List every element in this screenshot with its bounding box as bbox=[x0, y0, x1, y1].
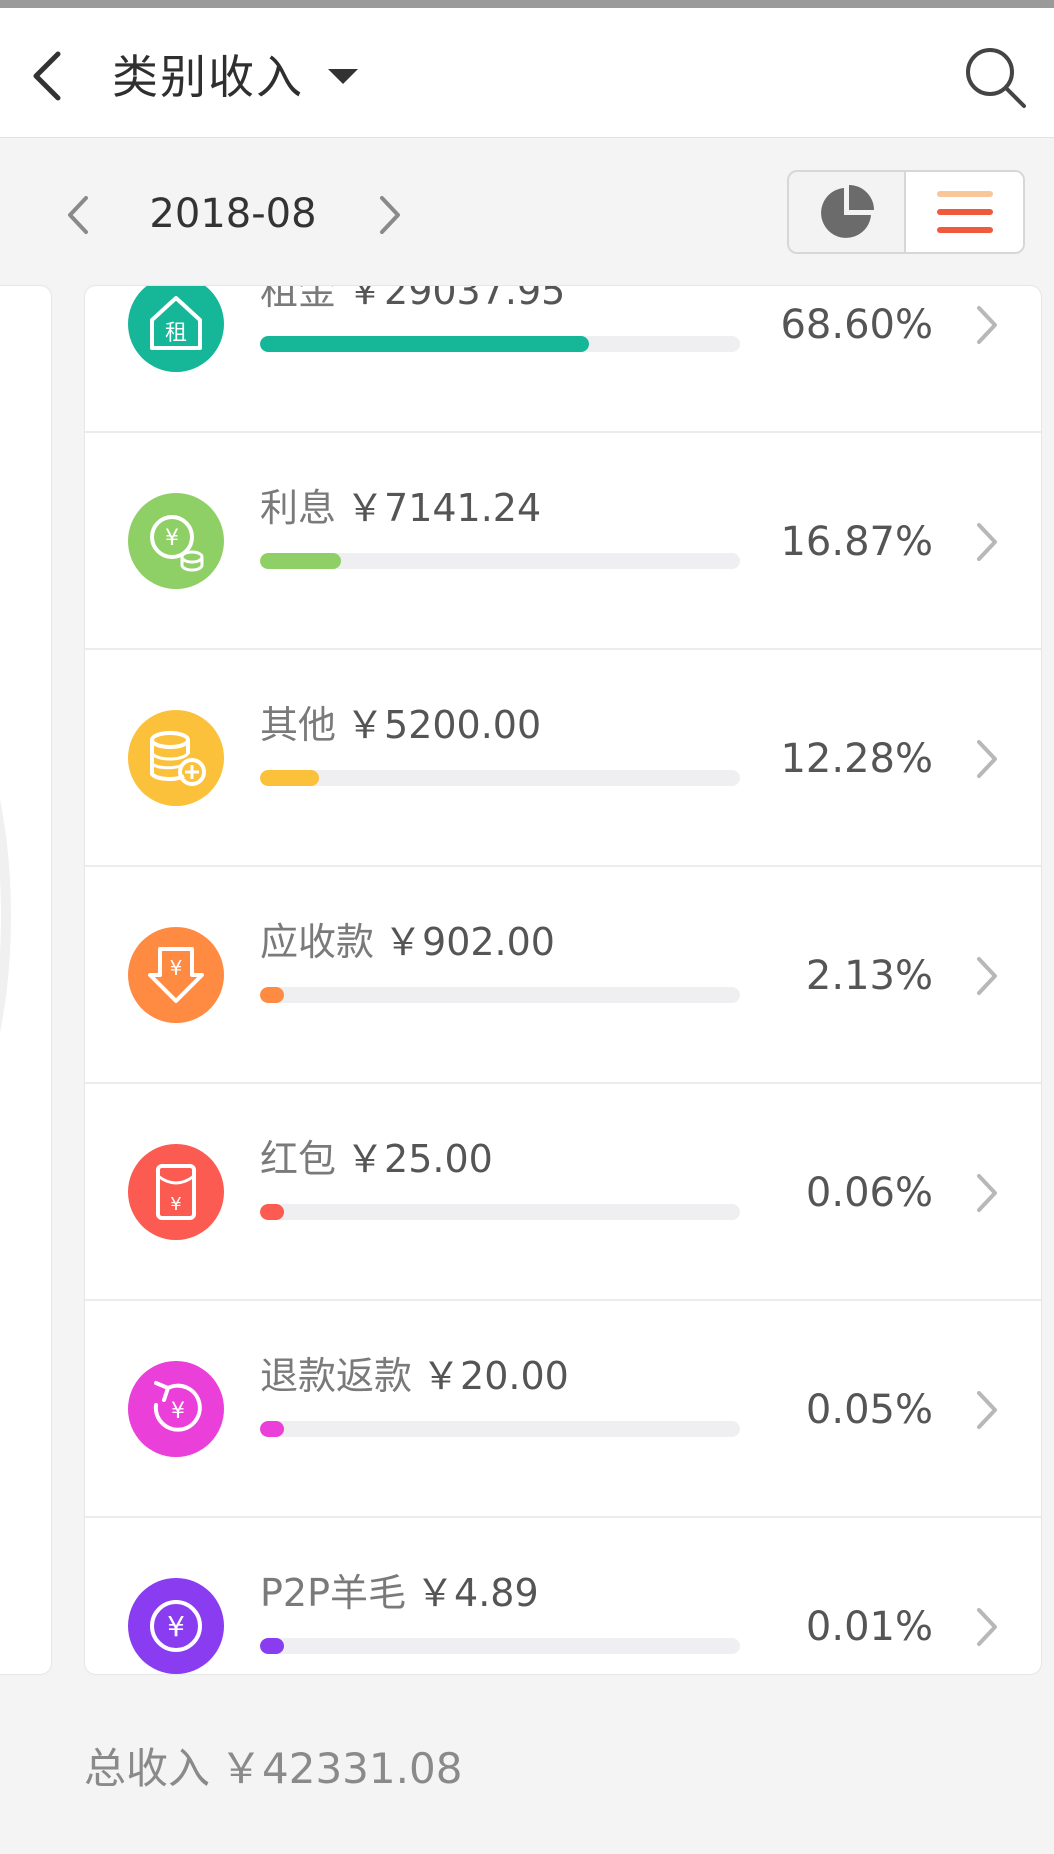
category-amount: ￥4.89 bbox=[416, 1571, 539, 1615]
chevron-right-icon bbox=[977, 1174, 997, 1212]
progress-fill bbox=[260, 1204, 284, 1220]
svg-text:¥: ¥ bbox=[171, 1399, 185, 1424]
category-name: P2P羊毛 bbox=[260, 1571, 407, 1615]
chevron-right-icon bbox=[977, 523, 997, 561]
list-view-button[interactable] bbox=[906, 172, 1023, 252]
progress-fill bbox=[260, 336, 590, 352]
view-toggle bbox=[787, 170, 1025, 254]
search-icon bbox=[966, 48, 1026, 108]
progress-track bbox=[260, 336, 740, 352]
chevron-right-icon bbox=[977, 957, 997, 995]
category-name: 退款返款 bbox=[260, 1354, 413, 1398]
progress-track bbox=[260, 987, 740, 1003]
next-month-button[interactable] bbox=[370, 190, 410, 240]
row-arrow bbox=[971, 734, 1001, 784]
progress-track bbox=[260, 770, 740, 786]
category-percent: 0.05% bbox=[805, 1387, 933, 1433]
p2p-yen-icon: ¥ bbox=[128, 1578, 224, 1674]
list-item-other[interactable]: 其他 ￥5200.00 12.28% bbox=[85, 650, 1041, 867]
category-percent: 12.28% bbox=[780, 736, 933, 782]
back-button[interactable] bbox=[20, 38, 80, 108]
refund-icon: ¥ bbox=[128, 1361, 224, 1457]
category-amount: ￥29037.95 bbox=[346, 285, 566, 313]
list-item-rent[interactable]: 租 租金 ￥29037.95 68.60% bbox=[85, 285, 1041, 433]
svg-text:¥: ¥ bbox=[170, 956, 183, 980]
pie-chart-icon bbox=[820, 185, 874, 238]
chevron-right-icon bbox=[977, 1391, 997, 1429]
progress-fill bbox=[260, 770, 319, 786]
list-item-red-envelope[interactable]: ¥ 红包 ￥25.00 0.06% bbox=[85, 1084, 1041, 1301]
list-item-p2p[interactable]: ¥ P2P羊毛 ￥4.89 0.01% bbox=[85, 1518, 1041, 1674]
list-item-interest[interactable]: ¥ 利息 ￥7141.24 16.87% bbox=[85, 433, 1041, 650]
progress-track bbox=[260, 1204, 740, 1220]
category-percent: 0.06% bbox=[805, 1170, 933, 1216]
progress-fill bbox=[260, 1638, 284, 1654]
status-strip bbox=[0, 0, 1054, 8]
svg-text:租: 租 bbox=[165, 321, 187, 346]
total-amount: ￥42331.08 bbox=[220, 1744, 463, 1793]
category-name: 红包 bbox=[260, 1137, 337, 1181]
prev-month-button[interactable] bbox=[58, 190, 98, 240]
interest-coins-icon: ¥ bbox=[128, 493, 224, 589]
progress-fill bbox=[260, 987, 284, 1003]
category-list: 租 租金 ￥29037.95 68.60% ¥ 利息 ￥7141.24 16.87%… bbox=[84, 285, 1042, 1675]
page-title: 类别收入 bbox=[112, 50, 304, 104]
row-arrow bbox=[971, 1168, 1001, 1218]
category-percent: 16.87% bbox=[780, 519, 933, 565]
row-arrow bbox=[971, 1385, 1001, 1435]
svg-text:¥: ¥ bbox=[170, 1194, 181, 1215]
svg-text:¥: ¥ bbox=[165, 526, 179, 551]
progress-fill bbox=[260, 553, 341, 569]
red-envelope-icon: ¥ bbox=[128, 1144, 224, 1240]
other-database-icon bbox=[128, 710, 224, 806]
rent-house-icon: 租 bbox=[128, 286, 224, 372]
svg-text:¥: ¥ bbox=[167, 1610, 185, 1643]
category-amount: ￥902.00 bbox=[384, 920, 555, 964]
category-amount: ￥7141.24 bbox=[346, 486, 542, 530]
chevron-right-icon bbox=[977, 306, 997, 344]
category-name: 应收款 bbox=[260, 920, 375, 964]
chevron-left-icon bbox=[68, 196, 88, 234]
total-label: 总收入 bbox=[84, 1744, 211, 1793]
row-arrow bbox=[971, 517, 1001, 567]
progress-track bbox=[260, 1638, 740, 1654]
list-item-receivable[interactable]: ¥ 应收款 ￥902.00 2.13% bbox=[85, 867, 1041, 1084]
category-name: 其他 bbox=[260, 703, 337, 747]
pie-view-button[interactable] bbox=[789, 172, 906, 252]
category-name: 租金 bbox=[260, 285, 337, 313]
pie-panel-edge bbox=[0, 285, 52, 1675]
category-percent: 2.13% bbox=[805, 953, 933, 999]
total-income: 总收入 ￥42331.08 bbox=[84, 1735, 462, 1796]
category-name: 利息 bbox=[260, 486, 337, 530]
chevron-left-icon bbox=[33, 51, 61, 101]
progress-track bbox=[260, 1421, 740, 1437]
list-icon bbox=[936, 191, 993, 233]
chevron-right-icon bbox=[380, 196, 400, 234]
top-nav-bar: 类别收入 bbox=[0, 8, 1054, 138]
progress-fill bbox=[260, 1421, 284, 1437]
month-label[interactable]: 2018-08 bbox=[120, 186, 346, 242]
row-arrow bbox=[971, 1602, 1001, 1652]
chevron-right-icon bbox=[977, 1608, 997, 1646]
search-button[interactable] bbox=[960, 42, 1030, 112]
category-amount: ￥25.00 bbox=[346, 1137, 493, 1181]
category-percent: 68.60% bbox=[780, 302, 933, 348]
progress-track bbox=[260, 553, 740, 569]
list-item-refund[interactable]: ¥ 退款返款 ￥20.00 0.05% bbox=[85, 1301, 1041, 1518]
row-arrow bbox=[971, 951, 1001, 1001]
row-arrow bbox=[971, 300, 1001, 350]
pie-ring-edge bbox=[0, 666, 11, 1166]
category-amount: ￥5200.00 bbox=[346, 703, 542, 747]
category-percent: 0.01% bbox=[805, 1604, 933, 1650]
caret-down-icon bbox=[328, 68, 358, 84]
receivable-download-icon: ¥ bbox=[128, 927, 224, 1023]
category-amount: ￥20.00 bbox=[422, 1354, 569, 1398]
chevron-right-icon bbox=[977, 740, 997, 778]
category-dropdown[interactable]: 类别收入 bbox=[112, 46, 358, 104]
